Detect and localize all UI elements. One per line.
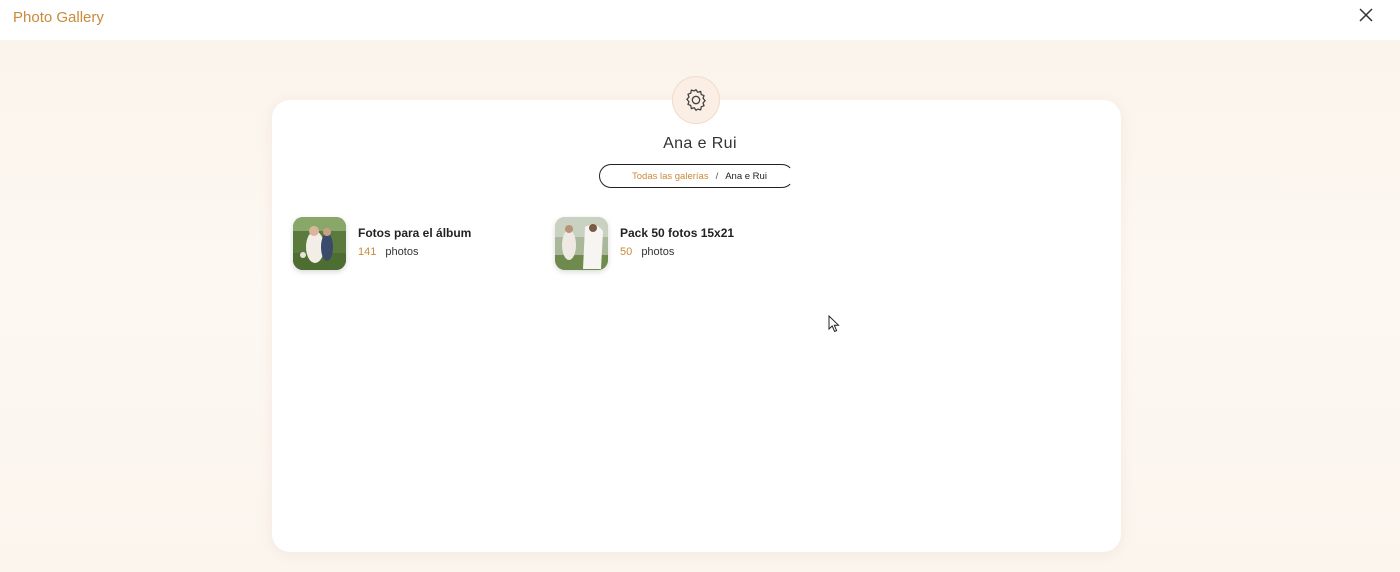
album-count: 141 photos — [358, 246, 471, 258]
photo-unit: photos — [385, 246, 419, 258]
gallery-title: Ana e Rui — [663, 135, 737, 152]
top-bar: Photo Gallery — [0, 0, 1400, 40]
breadcrumb-all-galleries[interactable]: Todas las galerías — [632, 171, 709, 182]
photo-count: 50 — [620, 246, 633, 258]
photo-unit: photos — [641, 246, 675, 258]
mouse-pointer — [828, 314, 840, 333]
close-icon — [1359, 8, 1373, 22]
album-thumbnail — [555, 217, 608, 270]
breadcrumb-separator: / — [715, 170, 719, 182]
app-title: Photo Gallery — [13, 9, 104, 26]
album-item[interactable]: Fotos para el álbum 141 photos — [293, 217, 533, 271]
photo-count: 141 — [358, 246, 377, 258]
album-thumbnail — [293, 217, 346, 270]
breadcrumb-current: Ana e Rui — [725, 170, 767, 182]
album-name: Fotos para el álbum — [358, 226, 472, 240]
gear-icon — [686, 89, 706, 111]
album-item[interactable]: Pack 50 fotos 15x21 50 photos — [555, 217, 795, 271]
album-count: 50 photos — [620, 246, 734, 258]
mouse-pointer-icon — [828, 314, 840, 333]
album-name: Pack 50 fotos 15x21 — [620, 226, 735, 240]
close-button[interactable] — [1355, 5, 1377, 27]
settings-button[interactable] — [672, 76, 720, 124]
breadcrumb: Todas las galerías / Ana e Rui — [599, 164, 794, 188]
